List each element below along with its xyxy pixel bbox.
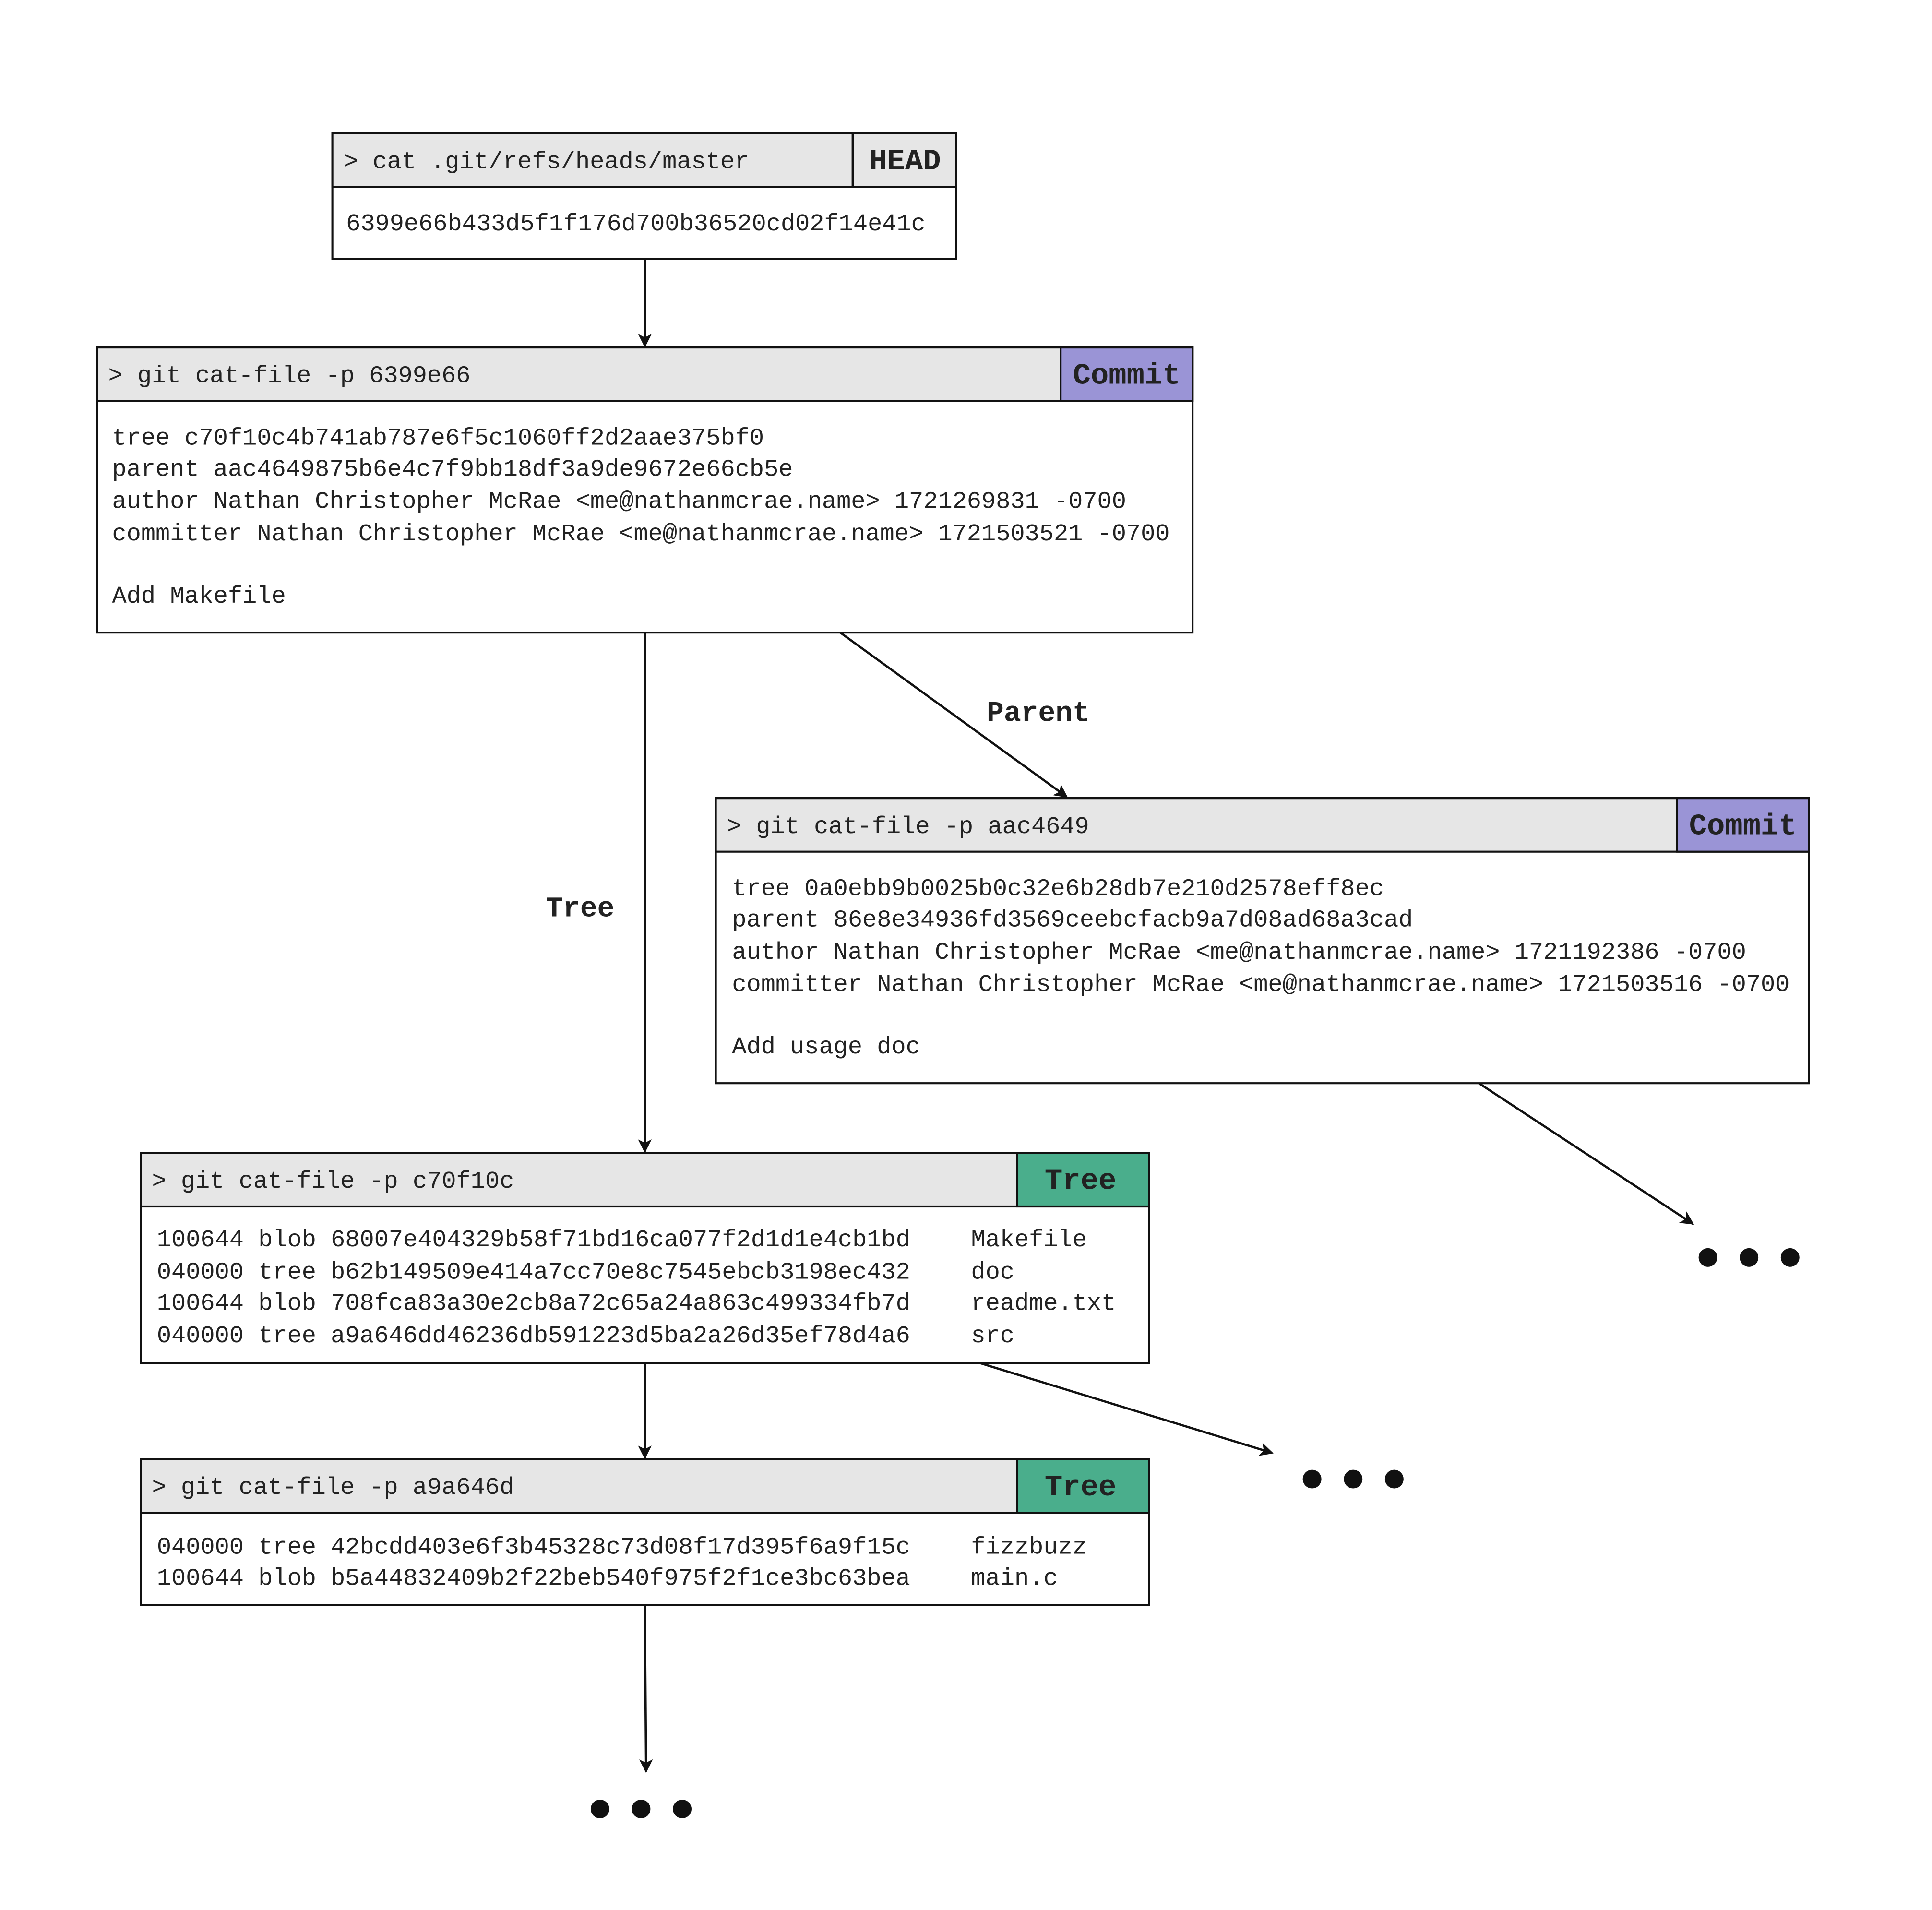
tree-entry: 040000 tree a9a646dd46236db591223d5ba2a2… (157, 1323, 910, 1350)
tree-entry-name: doc (971, 1259, 1014, 1286)
type-tag: Tree (1045, 1470, 1116, 1504)
commit-box-6399e66: > git cat-file -p 6399e66 Commit tree c7… (96, 346, 1194, 634)
tree-edge-label: Tree (546, 893, 614, 925)
body-line: author Nathan Christopher McRae <me@nath… (112, 489, 1126, 516)
commit-message: Add usage doc (732, 1034, 920, 1061)
parent-edge-label: Parent (987, 697, 1090, 729)
body-line: parent 86e8e34936fd3569ceebcfacb9a7d08ad… (732, 907, 1413, 934)
body-line: author Nathan Christopher McRae <me@nath… (732, 939, 1746, 967)
dot (1698, 1248, 1717, 1267)
tree-entry-name: src (971, 1323, 1014, 1350)
tree-entry: 100644 blob b5a44832409b2f22beb540f975f2… (157, 1565, 910, 1593)
dot (673, 1800, 692, 1818)
command: > git cat-file -p 6399e66 (108, 363, 471, 390)
tree-entry: 040000 tree b62b149509e414a7cc70e8c7545e… (157, 1259, 910, 1286)
dot (590, 1800, 609, 1818)
dot (1780, 1248, 1800, 1267)
dot (632, 1800, 651, 1818)
body-line: tree 0a0ebb9b0025b0c32e6b28db7e210d2578e… (732, 875, 1384, 903)
parent-to-more-arrow (1478, 1082, 1694, 1225)
command: > cat .git/refs/heads/master (344, 149, 749, 176)
body-line: parent aac4649875b6e4c7f9bb18df3a9de9672… (112, 456, 793, 483)
type-tag: HEAD (869, 144, 941, 179)
subtree-to-more-arrow (639, 1605, 653, 1773)
tree-entry: 040000 tree 42bcdd403e6f3b45328c73d08f17… (157, 1534, 910, 1562)
tree-entry-name: readme.txt (971, 1290, 1116, 1317)
command: > git cat-file -p aac4649 (727, 813, 1089, 841)
type-tag: Commit (1073, 358, 1181, 393)
tree-entry-name: main.c (971, 1565, 1058, 1593)
ellipsis-subtree (590, 1800, 692, 1818)
ellipsis-parent (1698, 1248, 1800, 1267)
ellipsis-tree (1302, 1469, 1404, 1489)
body-line: committer Nathan Christopher McRae <me@n… (732, 971, 1789, 999)
git-object-diagram: Tree Parent > cat .git/refs/heads/master… (96, 132, 1810, 1818)
dot (1302, 1469, 1322, 1489)
tree-box-a9a646d: > git cat-file -p a9a646d Tree 040000 tr… (140, 1458, 1150, 1606)
command: > git cat-file -p c70f10c (152, 1168, 514, 1195)
type-tag: Tree (1045, 1164, 1116, 1198)
body-line: 6399e66b433d5f1f176d700b36520cd02f14e41c (346, 211, 926, 238)
tree-entry: 100644 blob 68007e404329b58f71bd16ca077f… (157, 1227, 910, 1254)
head-box: > cat .git/refs/heads/master HEAD 6399e6… (331, 132, 957, 260)
commit-message: Add Makefile (112, 583, 286, 610)
tree-entry: 100644 blob 708fca83a30e2cb8a72c65a24a86… (157, 1290, 910, 1317)
body-line: committer Nathan Christopher McRae <me@n… (112, 521, 1169, 548)
commit-box-aac4649: > git cat-file -p aac4649 Commit tree 0a… (715, 797, 1810, 1085)
tree-to-more-arrow (980, 1362, 1274, 1456)
dot (1740, 1248, 1759, 1267)
dot (1344, 1469, 1363, 1489)
tree-entry-name: fizzbuzz (971, 1534, 1087, 1562)
tree-box-c70f10c: > git cat-file -p c70f10c Tree 100644 bl… (140, 1152, 1150, 1364)
body-line: tree c70f10c4b741ab787e6f5c1060ff2d2aae3… (112, 425, 764, 452)
tree-entry-name: Makefile (971, 1227, 1087, 1254)
command: > git cat-file -p a9a646d (152, 1474, 514, 1502)
dot (1384, 1469, 1404, 1489)
type-tag: Commit (1689, 809, 1797, 843)
